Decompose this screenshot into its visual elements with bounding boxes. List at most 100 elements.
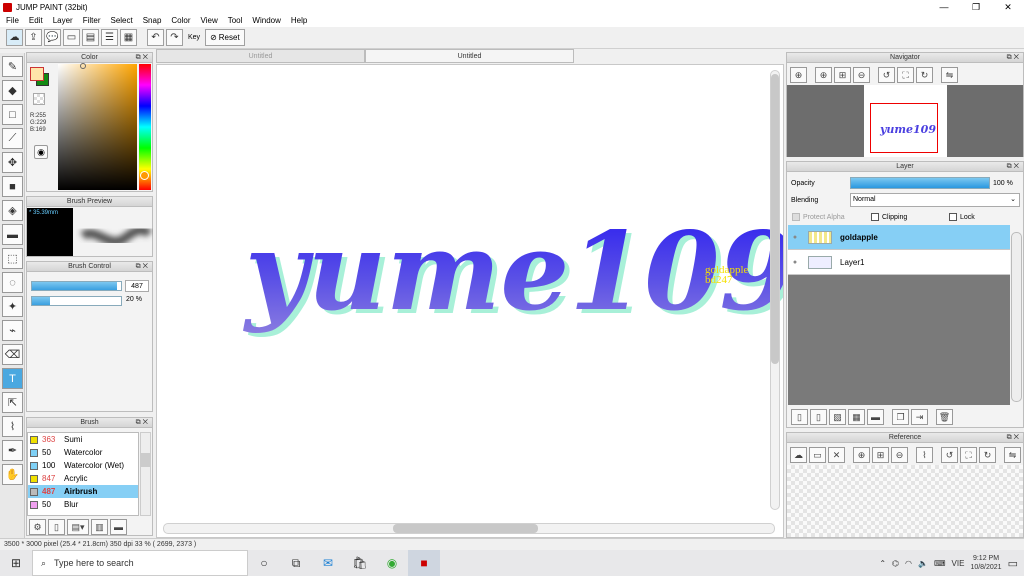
new-folder-icon[interactable]: ▬ [867, 409, 884, 425]
network-icon[interactable]: ⌬ [892, 559, 899, 568]
fill-rect-tool-icon[interactable]: ■ [2, 176, 23, 197]
ime-icon[interactable]: ⌨ [934, 559, 946, 568]
canvas-vertical-scroll-thumb[interactable] [771, 74, 779, 364]
reference-fit-icon[interactable]: ⛶ [960, 447, 977, 463]
menu-snap[interactable]: Snap [143, 16, 162, 25]
rect-select-tool-icon[interactable]: ⬚ [2, 248, 23, 269]
layer-opacity-slider[interactable] [850, 177, 990, 189]
line-tool-icon[interactable]: ⟋ [2, 128, 23, 149]
select-eraser-tool-icon[interactable]: ⌫ [2, 344, 23, 365]
visibility-icon[interactable]: ● [788, 234, 802, 241]
brush-tool-icon[interactable]: ✎ [2, 56, 23, 77]
clipping-checkbox[interactable] [871, 213, 879, 221]
jump-paint-taskbar-icon[interactable]: ■ [408, 550, 440, 576]
lock-checkbox[interactable] [949, 213, 957, 221]
brush-opacity-slider[interactable] [31, 296, 122, 306]
delete-layer-icon[interactable]: 🗑 [936, 409, 953, 425]
palette-icon[interactable]: ◉ [34, 145, 48, 159]
menu-edit[interactable]: Edit [29, 16, 43, 25]
new-layer-1bit-icon[interactable]: ▧ [829, 409, 846, 425]
panel-buttons[interactable]: ⧉✕ [136, 262, 150, 272]
select-pen-tool-icon[interactable]: ⌁ [2, 320, 23, 341]
merge-layer-icon[interactable]: ⇥ [911, 409, 928, 425]
menu-select[interactable]: Select [110, 16, 132, 25]
close-button[interactable]: ✕ [992, 0, 1024, 14]
reference-flip-icon[interactable]: ⇋ [1004, 447, 1021, 463]
protect-alpha-checkbox[interactable] [792, 213, 800, 221]
reference-open-icon[interactable]: ▭ [809, 447, 826, 463]
mail-icon[interactable]: ✉ [312, 550, 344, 576]
brush-item[interactable]: 50 Blur [28, 498, 138, 511]
eraser-tool-icon[interactable]: ◆ [2, 80, 23, 101]
text-tool-icon[interactable]: T [2, 368, 23, 389]
reference-eyedropper-icon[interactable]: ⌇ [916, 447, 933, 463]
message-icon[interactable]: ▭ [63, 29, 80, 46]
new-brush-icon[interactable]: ▯ [48, 519, 65, 535]
lock-option[interactable]: Lock [949, 213, 975, 221]
pen-tool-icon[interactable]: ✒ [2, 440, 23, 461]
undo-icon[interactable]: ↶ [147, 29, 164, 46]
layer-list-scrollbar[interactable] [1011, 232, 1022, 402]
share-icon[interactable]: ⇪ [25, 29, 42, 46]
clock[interactable]: 9:12 PM 10/8/2021 [970, 554, 1001, 572]
rotate-left-icon[interactable]: ↺ [878, 67, 895, 83]
reference-zoom-in-icon[interactable]: ⊕ [853, 447, 870, 463]
saturation-value-picker[interactable] [58, 64, 137, 190]
eyedropper-tool-icon[interactable]: ⌇ [2, 416, 23, 437]
protect-alpha-option[interactable]: Protect Alpha [792, 213, 845, 221]
wifi-icon[interactable]: ◠ [905, 559, 912, 568]
panel-buttons[interactable]: ⧉✕ [1007, 433, 1021, 443]
tab-untitled-2[interactable]: Untitled [365, 49, 574, 63]
hand-tool-icon[interactable]: ✋ [2, 464, 23, 485]
minimize-button[interactable]: — [928, 0, 960, 14]
new-layer-8bit-icon[interactable]: ▯ [810, 409, 827, 425]
canvas-horizontal-scroll-thumb[interactable] [393, 524, 538, 533]
reference-rotate-left-icon[interactable]: ↺ [941, 447, 958, 463]
document-icon[interactable]: ▤ [82, 29, 99, 46]
zoom-fit-icon[interactable]: ⊕ [790, 67, 807, 83]
reference-rotate-right-icon[interactable]: ↻ [979, 447, 996, 463]
transparent-swatch[interactable] [33, 93, 45, 105]
restore-button[interactable]: ❐ [960, 0, 992, 14]
reference-view[interactable] [787, 465, 1023, 537]
rotate-right-icon[interactable]: ↻ [916, 67, 933, 83]
new-halftone-layer-icon[interactable]: ▦ [848, 409, 865, 425]
brush-size-value[interactable]: 487 [125, 280, 149, 292]
panel-buttons[interactable]: ⧉✕ [1007, 162, 1021, 172]
menu-view[interactable]: View [201, 16, 218, 25]
zoom-in-icon[interactable]: ⊕ [815, 67, 832, 83]
browser-icon[interactable]: ◉ [376, 550, 408, 576]
brush-item[interactable]: 847 Acrylic [28, 472, 138, 485]
reference-close-icon[interactable]: ✕ [828, 447, 845, 463]
notification-icon[interactable]: ▭ [1008, 557, 1018, 570]
brush-settings-icon[interactable]: ⚙ [29, 519, 46, 535]
language-indicator[interactable]: VIE [952, 559, 965, 568]
canvas-area[interactable]: yume109 yume109 goldapple bd247 [156, 64, 800, 538]
reference-zoom-actual-icon[interactable]: ⊞ [872, 447, 889, 463]
store-icon[interactable]: 🛍 [344, 550, 376, 576]
brush-item[interactable]: 100 Watercolor (Wet) [28, 459, 138, 472]
lasso-tool-icon[interactable]: ◌ [2, 272, 23, 293]
brush-item[interactable]: 487 Airbrush [28, 485, 138, 498]
menu-color[interactable]: Color [171, 16, 190, 25]
reference-zoom-out-icon[interactable]: ⊖ [891, 447, 908, 463]
brush-list-scroll-thumb[interactable] [141, 453, 150, 467]
panel-buttons[interactable]: ⧉✕ [136, 53, 150, 63]
brush-item[interactable]: 363 Sumi [28, 433, 138, 446]
brush-item[interactable]: 50 Watercolor [28, 446, 138, 459]
brush-menu-icon[interactable]: ▤▾ [67, 519, 89, 535]
reset-button[interactable]: ⊘ Reset [205, 29, 245, 46]
panel-buttons[interactable]: ⧉✕ [136, 418, 150, 428]
layer-row-goldapple[interactable]: ● goldapple [788, 225, 1010, 250]
menu-tool[interactable]: Tool [228, 16, 243, 25]
bucket-tool-icon[interactable]: ◈ [2, 200, 23, 221]
fit-window-icon[interactable]: ⛶ [897, 67, 914, 83]
zoom-actual-icon[interactable]: ⊞ [834, 67, 851, 83]
taskbar-search[interactable]: ⌕ Type here to search [32, 550, 248, 576]
panel-buttons[interactable]: ⧉✕ [1007, 53, 1021, 63]
hue-slider-handle[interactable] [140, 171, 149, 180]
cloud-icon[interactable]: ☁ [6, 29, 23, 46]
rectangle-tool-icon[interactable]: □ [2, 104, 23, 125]
menu-help[interactable]: Help [291, 16, 307, 25]
windows-start-icon[interactable]: ⊞ [0, 550, 32, 576]
